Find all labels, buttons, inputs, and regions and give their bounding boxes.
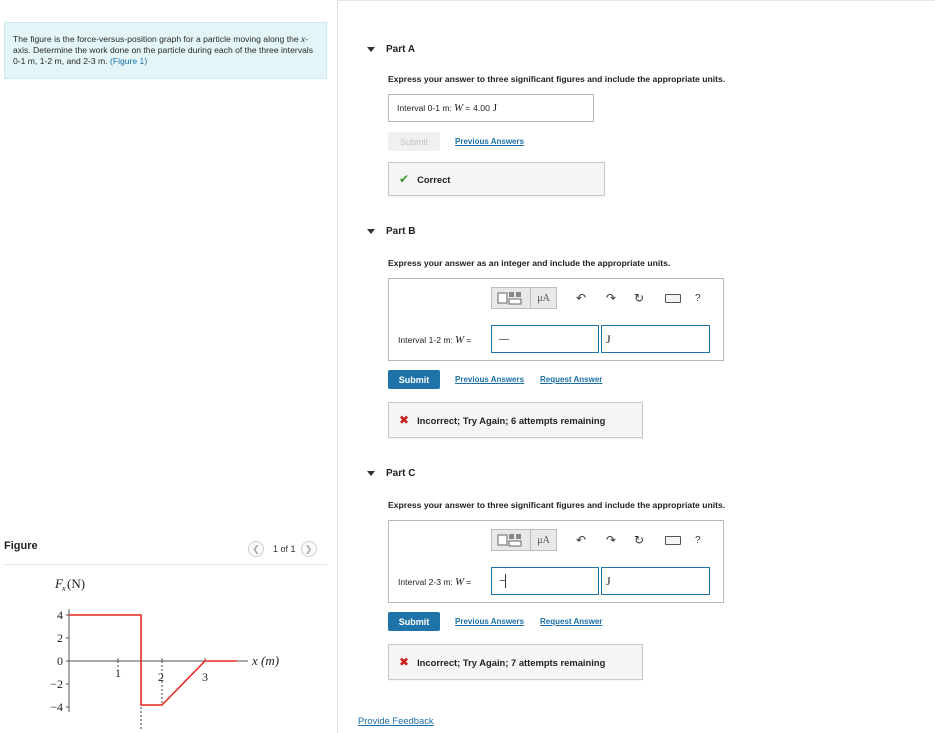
part-c-unit-input[interactable]: J [601, 567, 710, 595]
part-a-title: Part A [386, 44, 416, 55]
force-curve [69, 614, 237, 706]
part-c-answer-label: Interval 2-3 m: [398, 577, 453, 587]
part-a-answer-eq: = [465, 103, 471, 113]
part-b-unit-input[interactable]: J [601, 325, 710, 353]
column-divider [337, 0, 338, 733]
part-c-unit-text: J [606, 573, 611, 588]
collapse-triangle-icon[interactable] [367, 471, 375, 476]
part-c-answer-label-group: Interval 2-3 m: W = [398, 576, 471, 588]
part-b-answer-label: Interval 1-2 m: [398, 335, 453, 345]
collapse-triangle-icon[interactable] [367, 229, 375, 234]
part-b-answer-label-group: Interval 1-2 m: W = [398, 334, 471, 346]
figure-pager: ❮ 1 of 1 ❯ [248, 541, 317, 557]
cross-icon: ✖ [399, 655, 410, 669]
part-a-answer-var: W [453, 102, 464, 114]
part-a-feedback-text: Correct [417, 173, 451, 185]
y-tick-label: −4 [50, 700, 63, 714]
part-c-answer-var: W [454, 576, 465, 588]
text-cursor [505, 574, 507, 588]
part-b-request-answer-link[interactable]: Request Answer [540, 375, 602, 384]
undo-icon[interactable]: ↶ [575, 533, 587, 547]
part-c-header[interactable]: Part C [367, 468, 415, 479]
part-a-answer-value: 4.00 [473, 103, 490, 113]
part-c-answer-eq: = [466, 577, 472, 587]
help-icon[interactable]: ? [695, 535, 701, 546]
part-c-submit-button[interactable]: Submit [388, 612, 440, 631]
part-b-instruction: Express your answer as an integer and in… [388, 258, 671, 268]
provide-feedback-link[interactable]: Provide Feedback [358, 715, 434, 726]
x-axis-label: x (m) [251, 653, 279, 668]
figure-title: Figure [4, 540, 38, 552]
part-c-toolbar: μA ↶ ↷ ↻ ? [491, 529, 701, 551]
help-icon[interactable]: ? [695, 293, 701, 304]
part-b-answer-var: W [454, 334, 465, 346]
part-c-answer-editor: μA ↶ ↷ ↻ ? Interval 2-3 m: W = − J [388, 520, 724, 603]
reset-icon[interactable]: ↻ [633, 533, 645, 547]
units-icon[interactable]: μA [531, 529, 557, 551]
collapse-triangle-icon[interactable] [367, 47, 375, 52]
redo-icon[interactable]: ↷ [605, 291, 617, 305]
y-axis-subscript: x [61, 584, 66, 593]
part-b-feedback-text: Incorrect; Try Again; 6 attempts remaini… [417, 414, 606, 426]
part-b-answer-eq: = [466, 335, 472, 345]
pager-label: 1 of 1 [273, 544, 296, 554]
chevron-left-icon[interactable]: ❮ [248, 541, 264, 557]
part-c-previous-answers-link[interactable]: Previous Answers [455, 617, 524, 626]
part-b-toolbar: μA ↶ ↷ ↻ ? [491, 287, 701, 309]
part-a-answer-unit: J [492, 102, 497, 114]
part-c-feedback: ✖ Incorrect; Try Again; 7 attempts remai… [388, 644, 643, 680]
templates-icon[interactable] [491, 529, 531, 551]
part-b-previous-answers-link[interactable]: Previous Answers [455, 375, 524, 384]
x-tick-label: 2 [158, 670, 164, 684]
part-a-previous-answers-link[interactable]: Previous Answers [455, 137, 524, 146]
keyboard-icon[interactable] [665, 535, 681, 545]
cross-icon: ✖ [399, 413, 410, 427]
part-a-header[interactable]: Part A [367, 44, 415, 55]
part-b-answer-editor: μA ↶ ↷ ↻ ? Interval 1-2 m: W = — J [388, 278, 724, 361]
part-b-unit-text: J [606, 331, 611, 346]
part-b-submit-button[interactable]: Submit [388, 370, 440, 389]
check-icon: ✔ [399, 172, 410, 186]
redo-icon[interactable]: ↷ [605, 533, 617, 547]
part-a-answer-box: Interval 0-1 m: W = 4.00 J [388, 94, 594, 122]
figure-link[interactable]: (Figure 1) [110, 56, 147, 66]
top-divider [337, 0, 935, 1]
x-tick-label: 1 [115, 666, 121, 680]
y-tick-label: 4 [57, 608, 63, 622]
y-axis-unit: (N) [67, 576, 85, 591]
chevron-right-icon[interactable]: ❯ [300, 541, 317, 557]
part-c-title: Part C [386, 468, 416, 479]
force-position-graph: F x (N) 4 2 0 −2 −4 1 2 3 x (m) [50, 576, 279, 729]
part-a-feedback: ✔ Correct [388, 162, 605, 196]
part-c-feedback-text: Incorrect; Try Again; 7 attempts remaini… [417, 656, 606, 668]
y-tick-label: −2 [50, 677, 63, 691]
y-tick-label: 0 [57, 654, 63, 668]
part-c-instruction: Express your answer to three significant… [388, 500, 726, 510]
problem-statement: The figure is the force-versus-position … [4, 22, 327, 79]
part-c-request-answer-link[interactable]: Request Answer [540, 617, 602, 626]
part-b-value-input[interactable]: — [491, 325, 599, 353]
reset-icon[interactable]: ↻ [633, 291, 645, 305]
problem-text-1: The figure is the force-versus-position … [13, 34, 302, 44]
part-a-answer-label: Interval 0-1 m: [397, 103, 452, 113]
keyboard-icon[interactable] [665, 293, 681, 303]
part-b-feedback: ✖ Incorrect; Try Again; 6 attempts remai… [388, 402, 643, 438]
part-c-value-input[interactable]: − [491, 567, 599, 595]
units-icon[interactable]: μA [531, 287, 557, 309]
part-b-title: Part B [386, 226, 416, 237]
x-tick-label: 3 [202, 670, 208, 684]
undo-icon[interactable]: ↶ [575, 291, 587, 305]
part-b-value-text: — [499, 333, 509, 345]
part-a-submit-button: Submit [388, 132, 440, 151]
part-b-header[interactable]: Part B [367, 226, 415, 237]
part-a-instruction: Express your answer to three significant… [388, 74, 726, 84]
y-tick-label: 2 [57, 631, 63, 645]
templates-icon[interactable] [491, 287, 531, 309]
